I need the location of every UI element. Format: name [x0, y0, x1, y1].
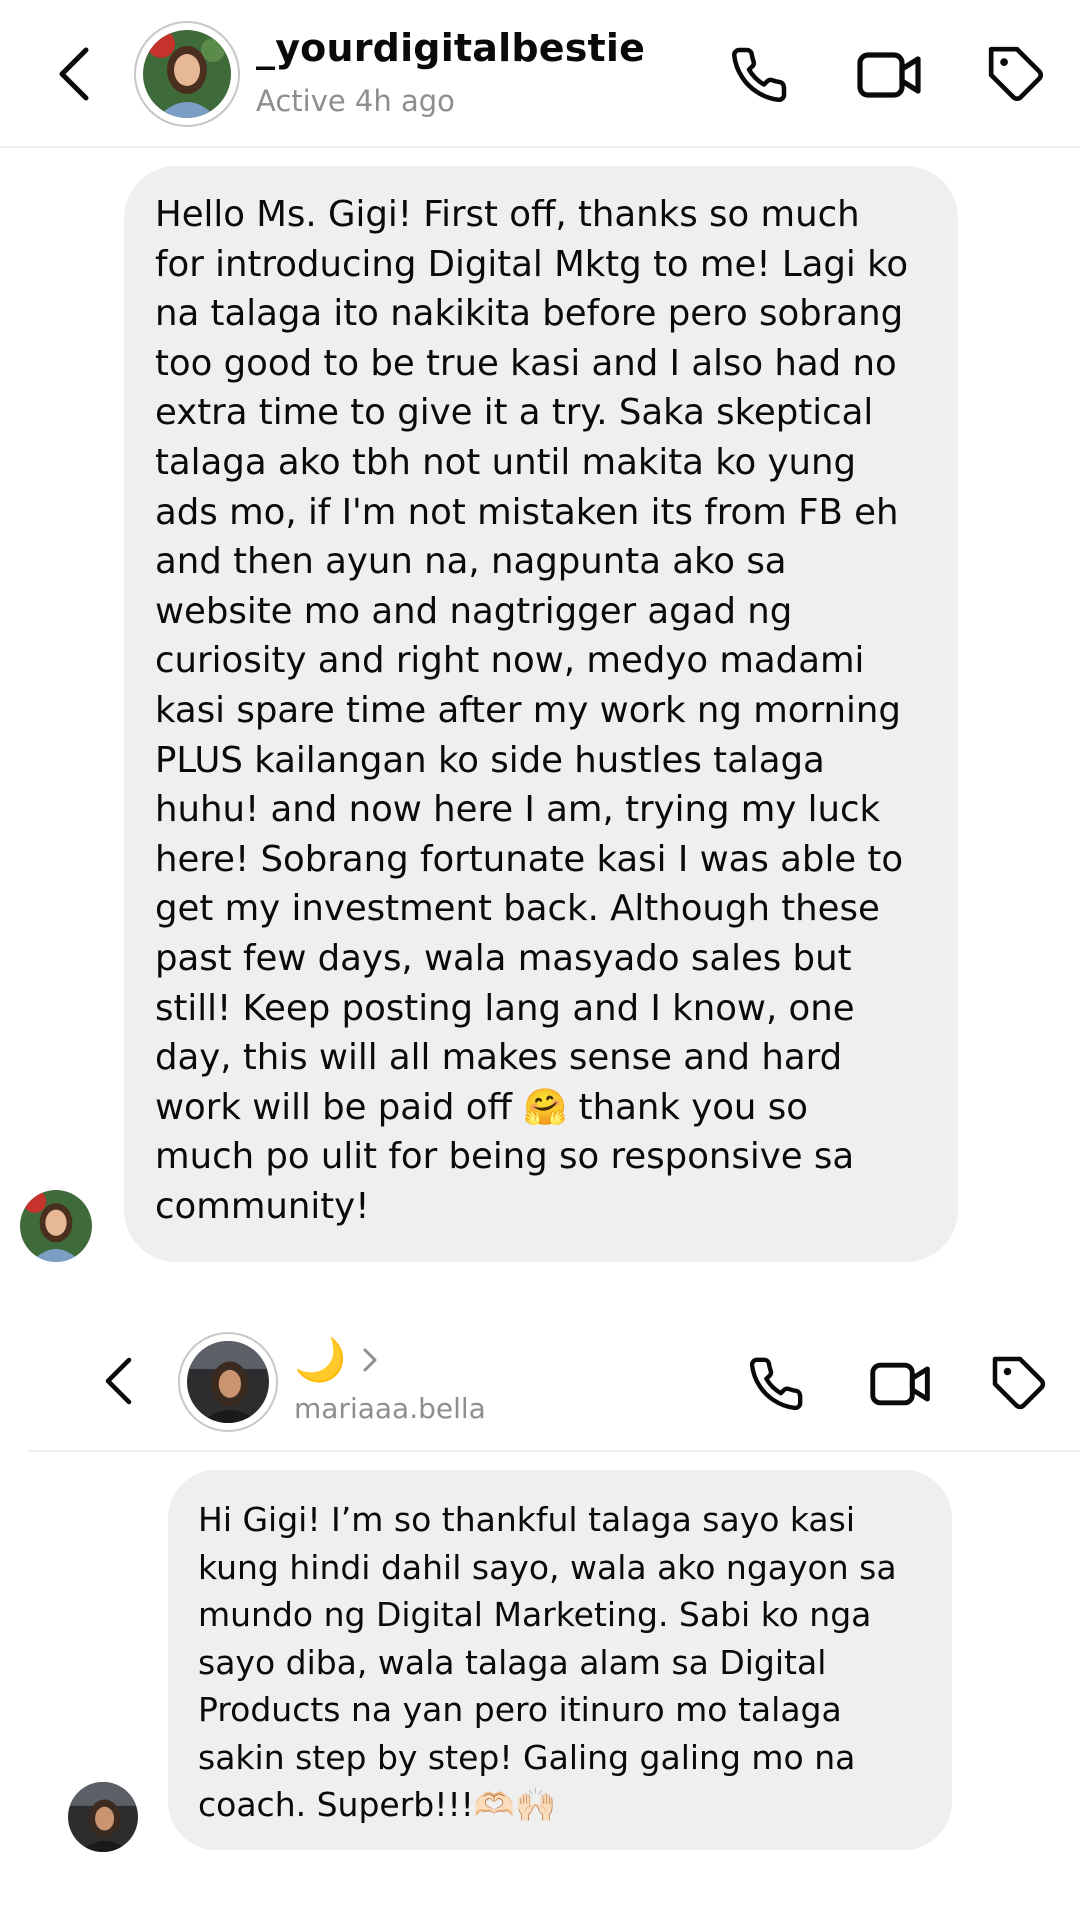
- video-camera-icon: [870, 1362, 930, 1406]
- message-bubble[interactable]: Hello Ms. Gigi! First off, thanks so muc…: [124, 166, 958, 1262]
- chevron-left-icon: [59, 47, 89, 101]
- sender-avatar: [68, 1782, 138, 1852]
- message-bubble[interactable]: Hi Gigi! I’m so thankful talaga sayo kas…: [168, 1470, 952, 1850]
- phone-icon: [732, 47, 787, 102]
- tag-icon: [992, 1356, 1046, 1410]
- avatar[interactable]: [178, 1332, 278, 1432]
- back-button[interactable]: [48, 42, 98, 106]
- chevron-left-icon: [105, 1357, 132, 1405]
- call-button[interactable]: [744, 1352, 808, 1416]
- avatar[interactable]: [134, 21, 240, 127]
- phone-icon: [749, 1357, 803, 1411]
- video-call-button[interactable]: [854, 44, 926, 106]
- username[interactable]: mariaaa.bella: [294, 1392, 486, 1425]
- contact-name-emoji[interactable]: 🌙: [294, 1334, 346, 1386]
- chevron-right-icon: [363, 1348, 377, 1372]
- video-call-button[interactable]: [866, 1354, 936, 1414]
- profile-chevron[interactable]: [360, 1346, 384, 1374]
- message-text: Hello Ms. Gigi! First off, thanks so muc…: [155, 194, 909, 1227]
- username[interactable]: _yourdigitalbestie: [256, 26, 645, 70]
- header-divider: [0, 146, 1080, 148]
- back-button[interactable]: [96, 1352, 140, 1410]
- tag-icon: [988, 46, 1043, 101]
- sender-avatar: [20, 1190, 92, 1262]
- active-status: Active 4h ago: [256, 84, 455, 118]
- tag-button[interactable]: [984, 42, 1050, 108]
- call-button[interactable]: [726, 42, 792, 108]
- message-text: Hi Gigi! I’m so thankful talaga sayo kas…: [198, 1500, 897, 1824]
- video-camera-icon: [857, 52, 921, 98]
- tag-button[interactable]: [988, 1352, 1052, 1416]
- header-divider: [28, 1450, 1080, 1452]
